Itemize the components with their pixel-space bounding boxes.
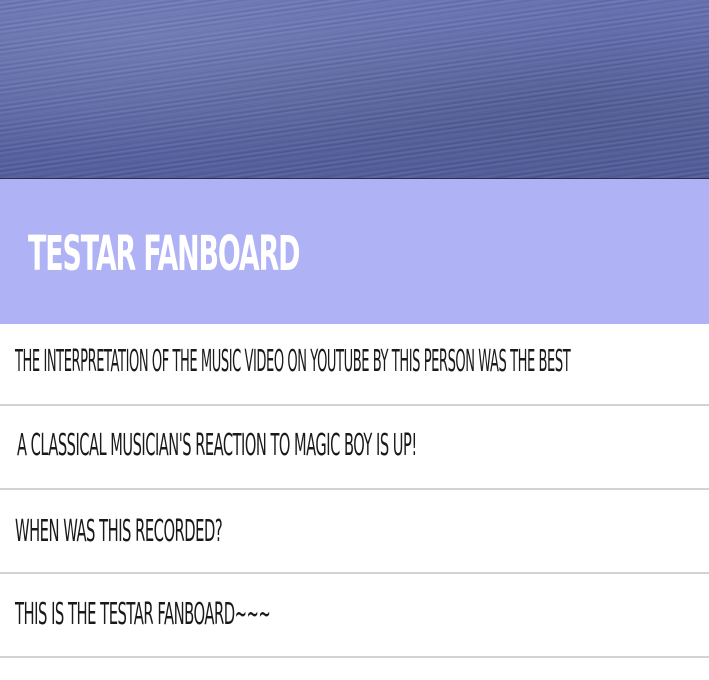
fanboard-page: TESTAR FANBOARD THE INTERPRETATION OF TH… bbox=[0, 0, 709, 680]
post-title[interactable]: WHEN WAS THIS RECORDED? bbox=[15, 512, 223, 552]
header-banner-image bbox=[0, 0, 709, 179]
board-header: TESTAR FANBOARD bbox=[0, 179, 709, 324]
post-list: THE INTERPRETATION OF THE MUSIC VIDEO ON… bbox=[0, 324, 709, 680]
post-title[interactable]: THIS IS THE TESTAR FANBOARD~~~ bbox=[15, 595, 271, 635]
board-title: TESTAR FANBOARD bbox=[28, 226, 300, 282]
post-item[interactable]: THIS IS THE TESTAR FANBOARD~~~ bbox=[0, 574, 709, 658]
post-item[interactable]: WHEN WAS THIS RECORDED? bbox=[0, 490, 709, 574]
post-title[interactable]: A CLASSICAL MUSICIAN'S REACTION TO MAGIC… bbox=[17, 426, 417, 466]
post-title[interactable]: THE INTERPRETATION OF THE MUSIC VIDEO ON… bbox=[15, 342, 571, 382]
post-item[interactable]: THE INTERPRETATION OF THE MUSIC VIDEO ON… bbox=[0, 324, 709, 406]
post-item[interactable]: A CLASSICAL MUSICIAN'S REACTION TO MAGIC… bbox=[0, 406, 709, 490]
